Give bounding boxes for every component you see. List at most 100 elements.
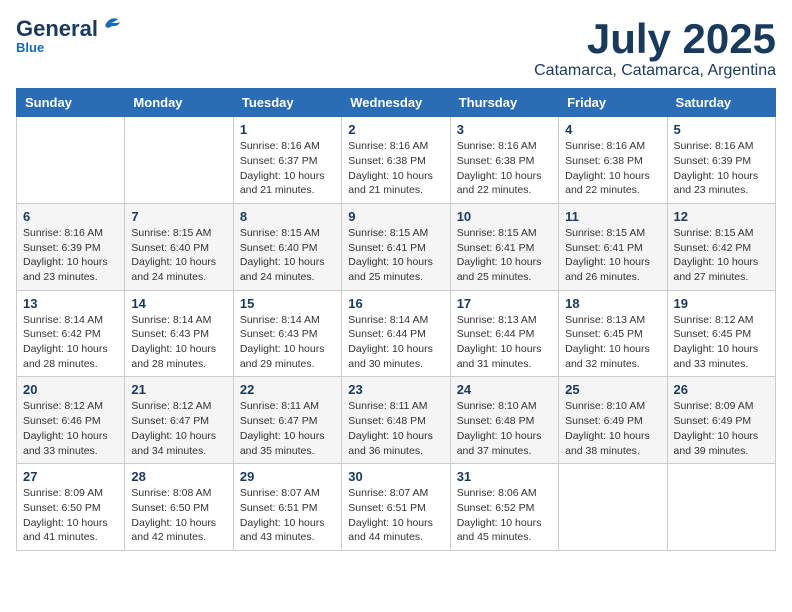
table-row: 22 Sunrise: 8:11 AMSunset: 6:47 PMDaylig… [233,377,341,464]
day-info: Sunrise: 8:14 AMSunset: 6:43 PMDaylight:… [240,313,335,372]
day-number: 18 [565,296,660,311]
table-row [667,464,775,551]
calendar-header-row: Sunday Monday Tuesday Wednesday Thursday… [17,89,776,117]
table-row: 28 Sunrise: 8:08 AMSunset: 6:50 PMDaylig… [125,464,233,551]
table-row [17,117,125,204]
day-info: Sunrise: 8:07 AMSunset: 6:51 PMDaylight:… [348,486,443,545]
table-row: 29 Sunrise: 8:07 AMSunset: 6:51 PMDaylig… [233,464,341,551]
day-number: 22 [240,382,335,397]
title-month-year: July 2025 [534,16,776,62]
day-number: 29 [240,469,335,484]
day-number: 1 [240,122,335,137]
table-row: 10 Sunrise: 8:15 AMSunset: 6:41 PMDaylig… [450,203,558,290]
header-sunday: Sunday [17,89,125,117]
day-info: Sunrise: 8:10 AMSunset: 6:49 PMDaylight:… [565,399,660,458]
day-number: 7 [131,209,226,224]
day-number: 6 [23,209,118,224]
table-row: 27 Sunrise: 8:09 AMSunset: 6:50 PMDaylig… [17,464,125,551]
header-saturday: Saturday [667,89,775,117]
logo-general-text: General [16,16,98,42]
table-row: 17 Sunrise: 8:13 AMSunset: 6:44 PMDaylig… [450,290,558,377]
day-info: Sunrise: 8:12 AMSunset: 6:47 PMDaylight:… [131,399,226,458]
day-info: Sunrise: 8:09 AMSunset: 6:50 PMDaylight:… [23,486,118,545]
day-number: 25 [565,382,660,397]
logo-name: General [16,16,122,42]
day-info: Sunrise: 8:16 AMSunset: 6:38 PMDaylight:… [457,139,552,198]
day-number: 24 [457,382,552,397]
logo-subtitle: Blue [16,40,44,55]
day-info: Sunrise: 8:16 AMSunset: 6:37 PMDaylight:… [240,139,335,198]
day-number: 26 [674,382,769,397]
day-info: Sunrise: 8:11 AMSunset: 6:47 PMDaylight:… [240,399,335,458]
table-row: 7 Sunrise: 8:15 AMSunset: 6:40 PMDayligh… [125,203,233,290]
table-row: 31 Sunrise: 8:06 AMSunset: 6:52 PMDaylig… [450,464,558,551]
day-info: Sunrise: 8:16 AMSunset: 6:39 PMDaylight:… [23,226,118,285]
day-info: Sunrise: 8:09 AMSunset: 6:49 PMDaylight:… [674,399,769,458]
table-row: 6 Sunrise: 8:16 AMSunset: 6:39 PMDayligh… [17,203,125,290]
day-info: Sunrise: 8:10 AMSunset: 6:48 PMDaylight:… [457,399,552,458]
day-number: 15 [240,296,335,311]
day-number: 14 [131,296,226,311]
day-number: 23 [348,382,443,397]
day-number: 27 [23,469,118,484]
day-info: Sunrise: 8:13 AMSunset: 6:45 PMDaylight:… [565,313,660,372]
table-row: 4 Sunrise: 8:16 AMSunset: 6:38 PMDayligh… [559,117,667,204]
day-info: Sunrise: 8:16 AMSunset: 6:38 PMDaylight:… [565,139,660,198]
page-header: General Blue July 2025 Catamarca, Catama… [16,16,776,80]
day-info: Sunrise: 8:15 AMSunset: 6:41 PMDaylight:… [457,226,552,285]
table-row: 13 Sunrise: 8:14 AMSunset: 6:42 PMDaylig… [17,290,125,377]
day-info: Sunrise: 8:12 AMSunset: 6:46 PMDaylight:… [23,399,118,458]
table-row: 3 Sunrise: 8:16 AMSunset: 6:38 PMDayligh… [450,117,558,204]
day-number: 17 [457,296,552,311]
day-number: 2 [348,122,443,137]
header-wednesday: Wednesday [342,89,450,117]
table-row: 26 Sunrise: 8:09 AMSunset: 6:49 PMDaylig… [667,377,775,464]
table-row: 1 Sunrise: 8:16 AMSunset: 6:37 PMDayligh… [233,117,341,204]
day-info: Sunrise: 8:12 AMSunset: 6:45 PMDaylight:… [674,313,769,372]
table-row: 11 Sunrise: 8:15 AMSunset: 6:41 PMDaylig… [559,203,667,290]
table-row: 21 Sunrise: 8:12 AMSunset: 6:47 PMDaylig… [125,377,233,464]
day-info: Sunrise: 8:15 AMSunset: 6:41 PMDaylight:… [348,226,443,285]
table-row: 14 Sunrise: 8:14 AMSunset: 6:43 PMDaylig… [125,290,233,377]
calendar-table: Sunday Monday Tuesday Wednesday Thursday… [16,88,776,551]
day-number: 30 [348,469,443,484]
table-row: 2 Sunrise: 8:16 AMSunset: 6:38 PMDayligh… [342,117,450,204]
day-info: Sunrise: 8:11 AMSunset: 6:48 PMDaylight:… [348,399,443,458]
title-location: Catamarca, Catamarca, Argentina [534,62,776,80]
table-row [559,464,667,551]
day-number: 11 [565,209,660,224]
header-monday: Monday [125,89,233,117]
table-row: 20 Sunrise: 8:12 AMSunset: 6:46 PMDaylig… [17,377,125,464]
day-info: Sunrise: 8:15 AMSunset: 6:42 PMDaylight:… [674,226,769,285]
calendar-week-row: 6 Sunrise: 8:16 AMSunset: 6:39 PMDayligh… [17,203,776,290]
day-info: Sunrise: 8:14 AMSunset: 6:42 PMDaylight:… [23,313,118,372]
table-row: 9 Sunrise: 8:15 AMSunset: 6:41 PMDayligh… [342,203,450,290]
day-number: 12 [674,209,769,224]
day-number: 31 [457,469,552,484]
header-thursday: Thursday [450,89,558,117]
table-row: 15 Sunrise: 8:14 AMSunset: 6:43 PMDaylig… [233,290,341,377]
calendar-week-row: 1 Sunrise: 8:16 AMSunset: 6:37 PMDayligh… [17,117,776,204]
table-row: 5 Sunrise: 8:16 AMSunset: 6:39 PMDayligh… [667,117,775,204]
day-info: Sunrise: 8:08 AMSunset: 6:50 PMDaylight:… [131,486,226,545]
header-tuesday: Tuesday [233,89,341,117]
table-row: 18 Sunrise: 8:13 AMSunset: 6:45 PMDaylig… [559,290,667,377]
header-friday: Friday [559,89,667,117]
day-number: 5 [674,122,769,137]
day-number: 8 [240,209,335,224]
day-number: 9 [348,209,443,224]
table-row: 12 Sunrise: 8:15 AMSunset: 6:42 PMDaylig… [667,203,775,290]
day-number: 21 [131,382,226,397]
day-info: Sunrise: 8:15 AMSunset: 6:41 PMDaylight:… [565,226,660,285]
day-info: Sunrise: 8:14 AMSunset: 6:43 PMDaylight:… [131,313,226,372]
day-number: 19 [674,296,769,311]
day-info: Sunrise: 8:07 AMSunset: 6:51 PMDaylight:… [240,486,335,545]
table-row: 8 Sunrise: 8:15 AMSunset: 6:40 PMDayligh… [233,203,341,290]
table-row: 23 Sunrise: 8:11 AMSunset: 6:48 PMDaylig… [342,377,450,464]
day-info: Sunrise: 8:15 AMSunset: 6:40 PMDaylight:… [131,226,226,285]
day-info: Sunrise: 8:06 AMSunset: 6:52 PMDaylight:… [457,486,552,545]
calendar-week-row: 27 Sunrise: 8:09 AMSunset: 6:50 PMDaylig… [17,464,776,551]
table-row: 30 Sunrise: 8:07 AMSunset: 6:51 PMDaylig… [342,464,450,551]
day-info: Sunrise: 8:16 AMSunset: 6:38 PMDaylight:… [348,139,443,198]
logo: General Blue [16,16,122,55]
